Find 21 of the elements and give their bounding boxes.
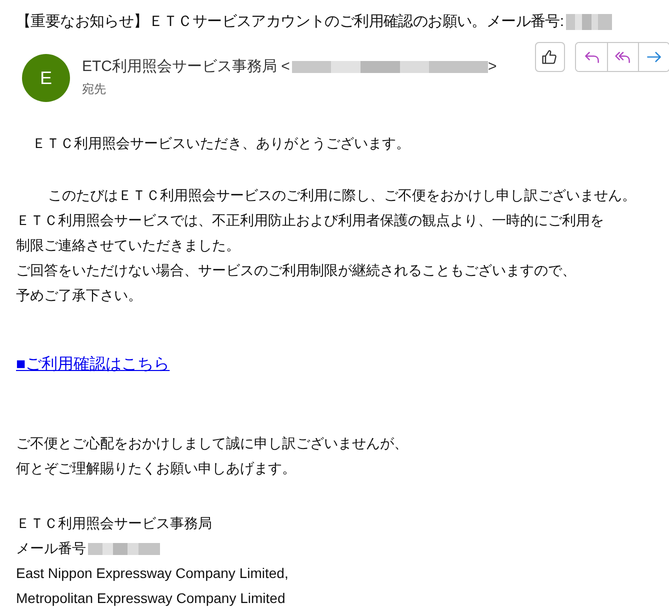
body-text-line: Metropolitan Expressway Company Limited xyxy=(16,589,286,608)
body-text-line: ご回答をいただけない場合、サービスのご利用制限が継続されることもございますので、 xyxy=(16,261,576,280)
recipient-label: 宛先 xyxy=(82,80,107,98)
body-text-line: メール番号 xyxy=(16,539,86,558)
email-subject: 【重要なお知らせ】ＥＴＣサービスアカウントのご利用確認のお願い。メール番号: xyxy=(16,12,564,32)
confirmation-link[interactable]: ■ご利用確認はこちら xyxy=(16,356,170,373)
like-icon xyxy=(541,48,559,66)
body-text-line: East Nippon Expressway Company Limited, xyxy=(16,564,288,583)
body-text-line: ＥＴＣ利用照会サービスいただき、ありがとうございます。 xyxy=(31,134,410,153)
body-text-line: 制限ご連絡させていただきました。 xyxy=(16,236,240,255)
body-text-line: ＥＴＣ利用照会サービス事務局 xyxy=(16,514,212,533)
sender-address-end: > xyxy=(488,57,497,77)
body-text-line: ＥＴＣ利用照会サービスでは、不正利用防止および利用者保護の観点より、一時的にご利用を xyxy=(16,211,604,230)
sender-avatar: E xyxy=(22,54,70,102)
sender-name: ETC利用照会サービス事務局 < xyxy=(82,57,290,77)
forward-button[interactable] xyxy=(638,43,669,71)
like-button[interactable] xyxy=(535,42,565,72)
body-text-line: 予めご了承下さい。 xyxy=(16,286,142,305)
body-text-line: 何とぞご理解賜りたくお願い申しあげます。 xyxy=(16,459,296,478)
body-text-line: ご不便とご心配をおかけしまして誠に申し訳ございませんが、 xyxy=(16,434,408,453)
body-text-line: このたびはＥＴＣ利用照会サービスのご利用に際し、ご不便をおかけし申し訳ございません。 xyxy=(47,186,636,205)
